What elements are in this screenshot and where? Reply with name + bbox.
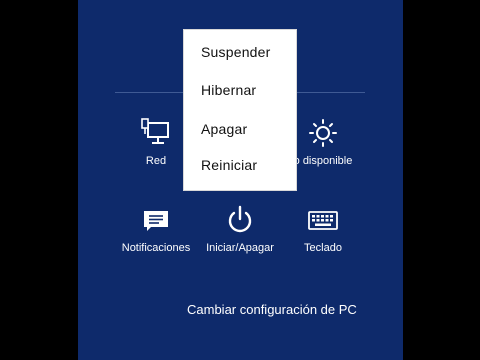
power-label: Iniciar/Apagar (206, 242, 274, 254)
notifications-tile[interactable]: Notificaciones (108, 205, 204, 254)
change-pc-settings-link[interactable]: Cambiar configuración de PC (187, 302, 357, 317)
menu-item-restart[interactable]: Reiniciar (201, 157, 257, 173)
menu-item-suspend[interactable]: Suspender (201, 44, 271, 60)
brightness-icon (303, 118, 343, 150)
screen: Red o disponible Notificaciones Iniciar/… (0, 0, 480, 360)
power-menu: Suspender Hibernar Apagar Reiniciar (184, 30, 296, 190)
power-icon (220, 205, 260, 237)
menu-item-hibernate[interactable]: Hibernar (201, 82, 256, 98)
menu-item-shutdown[interactable]: Apagar (201, 121, 247, 137)
network-icon (136, 118, 176, 150)
notifications-icon (136, 205, 176, 237)
power-tile[interactable]: Iniciar/Apagar (192, 205, 288, 254)
keyboard-tile[interactable]: Teclado (275, 205, 371, 254)
keyboard-icon (303, 205, 343, 237)
keyboard-label: Teclado (304, 242, 342, 254)
notifications-label: Notificaciones (121, 242, 191, 254)
